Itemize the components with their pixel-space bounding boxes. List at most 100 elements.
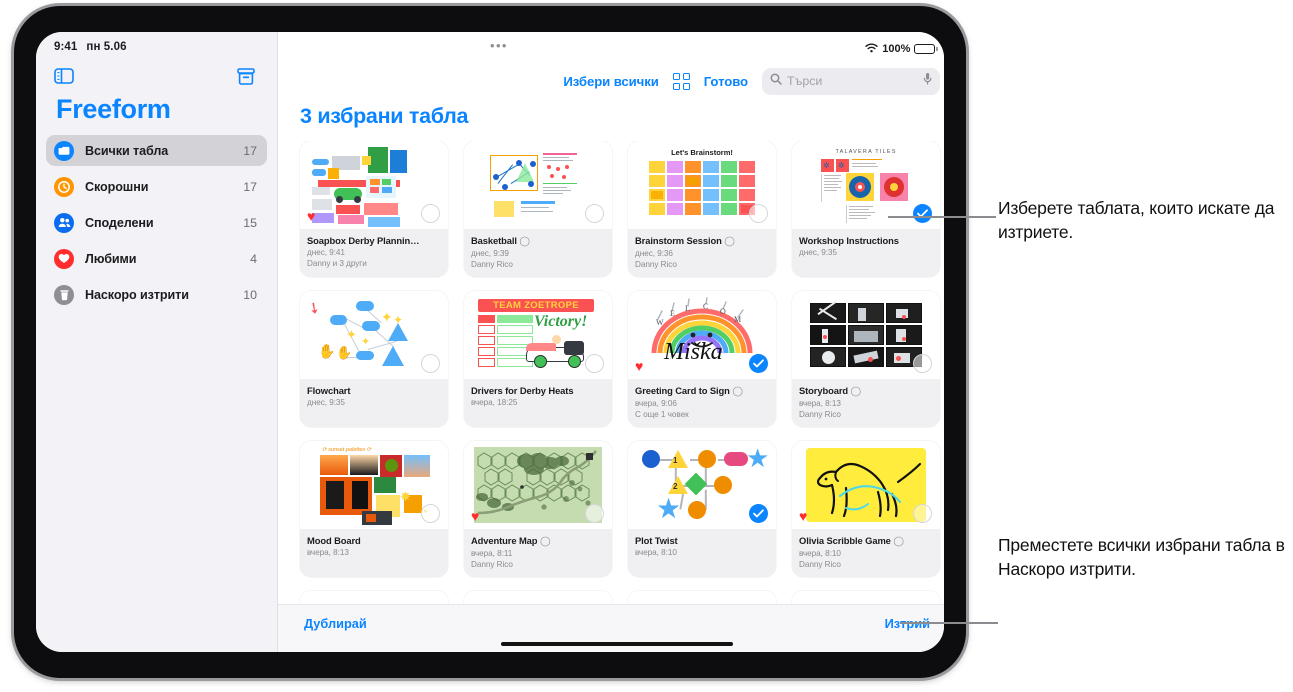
page-title: 3 избрани табла (300, 104, 469, 128)
board-date: вчера, 8:11 (471, 549, 513, 558)
board-title: Brainstorm Session ◯ (635, 235, 735, 246)
board-card[interactable]: Storyboard ◯ вчера, 8:13 Danny Rico (792, 291, 940, 427)
all-boards-icon (54, 140, 74, 161)
board-card[interactable]: ♥ Soapbox Derby Plannin… днес, 9:41 Dann… (300, 141, 448, 277)
sidebar-item-count: 15 (243, 215, 257, 230)
board-title: Greeting Card to Sign ◯ (635, 385, 743, 396)
new-board-icon[interactable] (237, 67, 255, 85)
selection-circle-unchecked[interactable] (585, 504, 604, 523)
boards-grid: ♥ Soapbox Derby Plannin… днес, 9:41 Dann… (278, 141, 944, 604)
battery-tip (936, 47, 938, 51)
callout-leader-line-delete (900, 622, 998, 624)
selection-circle-checked[interactable] (749, 354, 768, 373)
done-button[interactable]: Готово (704, 74, 748, 89)
board-card[interactable]: ➘ ✦ ✦ ✦ ✦ ✋ ✋ Flowchart днес, 9:35 (300, 291, 448, 427)
microphone-icon[interactable] (923, 72, 932, 90)
board-card[interactable] (464, 591, 612, 604)
boards-row: ➘ ✦ ✦ ✦ ✦ ✋ ✋ Flowchart днес, 9:35 TEAM … (300, 291, 940, 427)
sidebar-item-recently-deleted[interactable]: Наскоро изтрити 10 (46, 279, 267, 310)
comment-bubble-icon: ◯ (893, 535, 904, 546)
multitasking-dots-icon[interactable]: ••• (490, 39, 508, 52)
board-card[interactable]: TEAM ZOETROPE Victory! Drivers for Derby… (464, 291, 612, 427)
board-thumbnail: Let's Brainstorm! (628, 141, 776, 229)
board-title: Soapbox Derby Plannin… (307, 235, 420, 246)
search-placeholder: Търси (787, 74, 823, 88)
recents-clock-icon (54, 176, 74, 197)
home-indicator (501, 641, 733, 646)
svg-text:C: C (703, 302, 708, 311)
sidebar-item-count: 4 (250, 251, 257, 266)
board-meta: Olivia Scribble Game ◯ вчера, 8:10 Danny… (792, 529, 940, 577)
board-card[interactable]: W E L C O M Miška ♥ Greeting Card to Sig… (628, 291, 776, 427)
callout-move-to-recently-deleted: Преместете всички избрани табла в Наскор… (998, 535, 1285, 579)
board-date: вчера, 8:10 (635, 548, 677, 557)
favorite-heart-icon: ♥ (307, 208, 316, 224)
selection-circle-unchecked[interactable] (749, 204, 768, 223)
board-date: днес, 9:36 (635, 249, 673, 258)
svg-text:W: W (656, 318, 664, 327)
board-meta: Workshop Instructions днес, 9:35 (792, 229, 940, 265)
board-meta: Storyboard ◯ вчера, 8:13 Danny Rico (792, 379, 940, 427)
board-date: днес, 9:39 (471, 249, 509, 258)
status-bar-time: 9:41 (54, 41, 78, 53)
board-thumbnail: ⟳ sunset palettes ⟳ ✸ (300, 441, 448, 529)
selection-circle-unchecked[interactable] (913, 354, 932, 373)
board-date: вчера, 8:13 (799, 399, 841, 408)
board-owner: Danny Rico (799, 560, 841, 569)
sidebar-item-recents[interactable]: Скорошни 17 (46, 171, 267, 202)
board-thumbnail: ♥ (792, 441, 940, 529)
board-meta: Brainstorm Session ◯ днес, 9:36 Danny Ri… (628, 229, 776, 277)
sidebar-item-label: Любими (85, 251, 137, 266)
board-owner: Danny Rico (471, 560, 513, 569)
selection-circle-unchecked[interactable] (585, 204, 604, 223)
board-card[interactable]: 1 ★ 2 ★ Plot Twist вчера, 8:10 (628, 441, 776, 577)
board-card[interactable] (300, 591, 448, 604)
selection-circle-unchecked[interactable] (585, 354, 604, 373)
main-content: ••• 100% Избери всички Готово Търси 3 из… (278, 32, 944, 652)
grid-view-icon[interactable] (672, 72, 690, 90)
sidebar-item-favorites[interactable]: Любими 4 (46, 243, 267, 274)
board-date: вчера, 9:06 (635, 399, 677, 408)
favorite-heart-icon: ♥ (799, 508, 808, 524)
sidebar-item-shared[interactable]: Споделени 15 (46, 207, 267, 238)
board-card[interactable] (792, 591, 940, 604)
board-meta: Plot Twist вчера, 8:10 (628, 529, 776, 565)
boards-row: ♥ Soapbox Derby Plannin… днес, 9:41 Dann… (300, 141, 940, 277)
board-title: Storyboard ◯ (799, 385, 862, 396)
select-all-button[interactable]: Избери всички (563, 74, 658, 89)
board-card[interactable]: ♥ Adventure Map ◯ вчера, 8:11 Danny Rico (464, 441, 612, 577)
shared-people-icon (54, 212, 74, 233)
board-meta: Soapbox Derby Plannin… днес, 9:41 Danny … (300, 229, 448, 276)
board-card[interactable]: Basketball ◯ днес, 9:39 Danny Rico (464, 141, 612, 277)
selection-circle-unchecked[interactable] (421, 354, 440, 373)
board-card[interactable]: ♥ Olivia Scribble Game ◯ вчера, 8:10 Dan… (792, 441, 940, 577)
sidebar: 9:41 пн 5.06 Freeform Всички табла 17 Ск… (36, 32, 278, 652)
board-title: Basketball ◯ (471, 235, 530, 246)
ipad-device-frame: 9:41 пн 5.06 Freeform Всички табла 17 Ск… (14, 6, 966, 678)
board-title: Workshop Instructions (799, 235, 899, 246)
selection-circle-unchecked[interactable] (421, 504, 440, 523)
selection-circle-checked[interactable] (913, 204, 932, 223)
board-thumbnail: W E L C O M Miška ♥ (628, 291, 776, 379)
comment-bubble-icon: ◯ (850, 385, 862, 396)
selection-circle-unchecked[interactable] (421, 204, 440, 223)
svg-text:Miška: Miška (663, 339, 723, 365)
sidebar-item-all-boards[interactable]: Всички табла 17 (46, 135, 267, 166)
comment-bubble-icon: ◯ (519, 235, 530, 246)
sidebar-toggle-icon[interactable] (54, 68, 74, 84)
board-card[interactable] (628, 591, 776, 604)
board-owner: С още 1 човек (635, 410, 689, 419)
board-thumbnail: ♥ (464, 441, 612, 529)
selection-circle-checked[interactable] (749, 504, 768, 523)
search-input[interactable]: Търси (762, 67, 940, 95)
comment-bubble-icon: ◯ (724, 235, 735, 246)
board-card[interactable]: TALAVERA TILES ✲ ✲ Workshop Instructions… (792, 141, 940, 277)
selection-circle-unchecked[interactable] (913, 504, 932, 523)
duplicate-button[interactable]: Дублирай (304, 616, 367, 631)
main-toolbar: Избери всички Готово Търси (278, 62, 944, 100)
board-title: Mood Board (307, 535, 361, 546)
board-card[interactable]: Let's Brainstorm! Brainstorm Session ◯ д… (628, 141, 776, 277)
board-owner: Danny Rico (799, 410, 841, 419)
board-card[interactable]: ⟳ sunset palettes ⟳ ✸ Mood Board вчера, … (300, 441, 448, 577)
svg-text:O: O (720, 307, 726, 316)
